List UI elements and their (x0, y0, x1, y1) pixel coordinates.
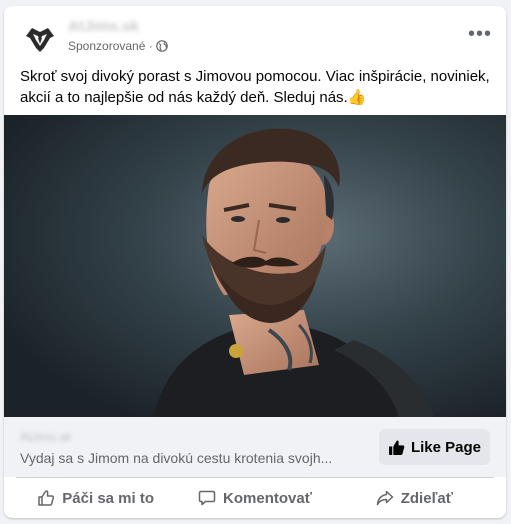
link-domain: AtJims.sk (20, 430, 72, 444)
post-text: Skroť svoj divoký porast s Jimovou pomoc… (20, 68, 490, 106)
share-label: Zdieľať (400, 489, 453, 507)
sponsored-label[interactable]: Sponzorované · (68, 39, 153, 53)
comment-button[interactable]: Komentovať (175, 481, 334, 515)
like-button[interactable]: Páči sa mi to (16, 481, 175, 515)
page-name-link[interactable]: AtJims.sk (68, 18, 139, 35)
comment-icon (198, 490, 216, 506)
share-icon (376, 490, 393, 506)
like-page-label: Like Page (410, 438, 482, 456)
post-actions: Páči sa mi to Komentovať Zdieľať (4, 478, 506, 518)
page-avatar[interactable] (20, 18, 60, 58)
share-button[interactable]: Zdieľať (335, 481, 494, 515)
bearded-man-photo (4, 115, 506, 417)
thumbs-up-icon (38, 490, 55, 506)
link-description: Vydaj sa s Jimom na divokú cestu kroteni… (20, 450, 333, 466)
like-page-button[interactable]: Like Page (379, 429, 490, 465)
link-preview[interactable]: AtJims.sk Vydaj sa s Jimom na divokú ces… (4, 417, 506, 477)
globe-icon (155, 40, 168, 52)
post-header: AtJims.sk Sponzorované · ••• (4, 6, 506, 62)
comment-label: Komentovať (223, 489, 312, 507)
ad-image[interactable] (4, 115, 506, 417)
like-label: Páči sa mi to (62, 489, 155, 507)
brand-logo (26, 28, 54, 52)
post-meta: Sponzorované · (68, 39, 168, 53)
sponsored-post-card: AtJims.sk Sponzorované · ••• Skroť svoj … (4, 6, 506, 518)
thumbs-up-icon (389, 440, 405, 455)
more-options-button[interactable]: ••• (468, 24, 492, 44)
more-options-icon: ••• (468, 23, 493, 45)
